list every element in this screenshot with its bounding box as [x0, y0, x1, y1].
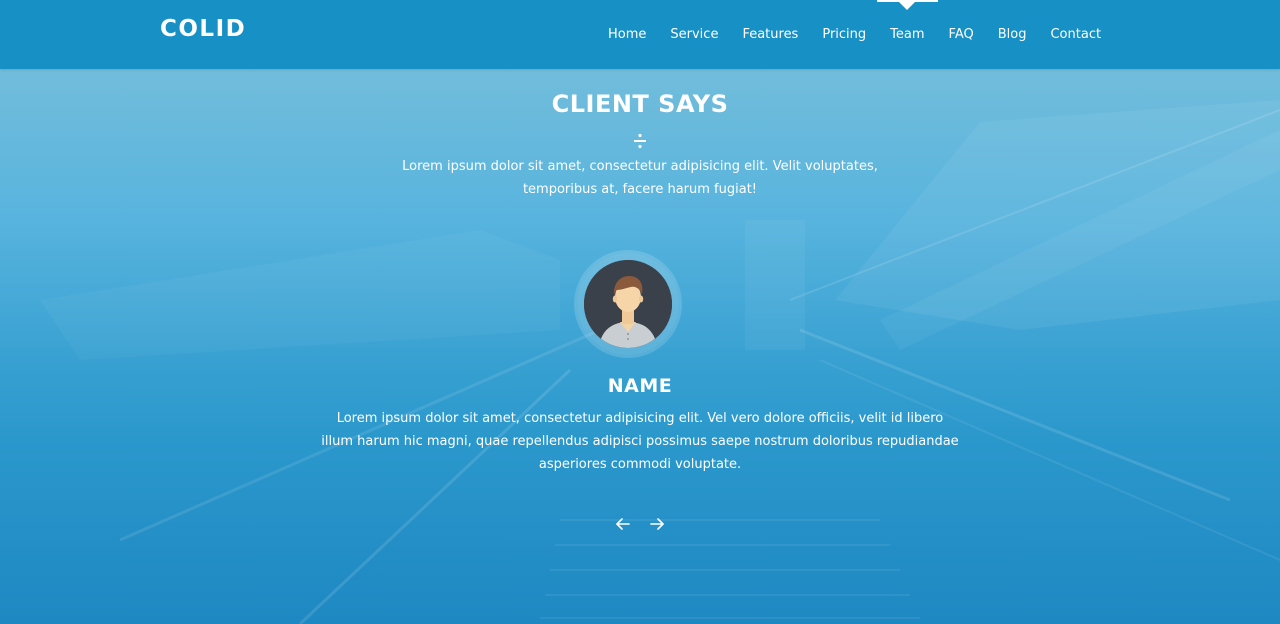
top-navbar: COLID Home Service Features Pricing Team…: [0, 0, 1280, 69]
slider-next-button[interactable]: [646, 514, 668, 534]
nav-label: Contact: [1050, 27, 1102, 42]
site-logo[interactable]: COLID: [160, 16, 246, 42]
nav-item-faq[interactable]: FAQ: [937, 0, 986, 69]
nav-label: Features: [742, 27, 799, 42]
nav-item-blog[interactable]: Blog: [986, 0, 1039, 69]
nav-item-home[interactable]: Home: [596, 0, 658, 69]
nav-label: Home: [608, 27, 647, 42]
nav-item-team[interactable]: Team: [877, 0, 938, 69]
nav-item-contact[interactable]: Contact: [1038, 0, 1113, 69]
nav-label: Team: [890, 27, 925, 42]
slider-prev-button[interactable]: [612, 514, 634, 534]
arrow-right-icon: [650, 518, 664, 530]
nav-label: Pricing: [822, 27, 867, 42]
client-name: NAME: [607, 375, 673, 397]
main-nav: Home Service Features Pricing Team FAQ B…: [596, 0, 1113, 69]
user-avatar-icon: [584, 260, 672, 348]
nav-label: FAQ: [948, 27, 974, 42]
nav-item-pricing[interactable]: Pricing: [810, 0, 878, 69]
slider-controls: [612, 514, 668, 534]
page: COLID Home Service Features Pricing Team…: [0, 0, 1280, 624]
divide-icon: [634, 133, 646, 149]
testimonial-text: Lorem ipsum dolor sit amet, consectetur …: [321, 411, 959, 472]
nav-label: Blog: [997, 27, 1027, 42]
section-title: CLIENT SAYS: [551, 90, 729, 118]
client-avatar: [577, 253, 679, 355]
arrow-left-icon: [616, 518, 630, 530]
nav-item-features[interactable]: Features: [730, 0, 810, 69]
nav-item-service[interactable]: Service: [658, 0, 730, 69]
section-subtitle: Lorem ipsum dolor sit amet, consectetur …: [402, 159, 878, 197]
nav-label: Service: [670, 27, 719, 42]
